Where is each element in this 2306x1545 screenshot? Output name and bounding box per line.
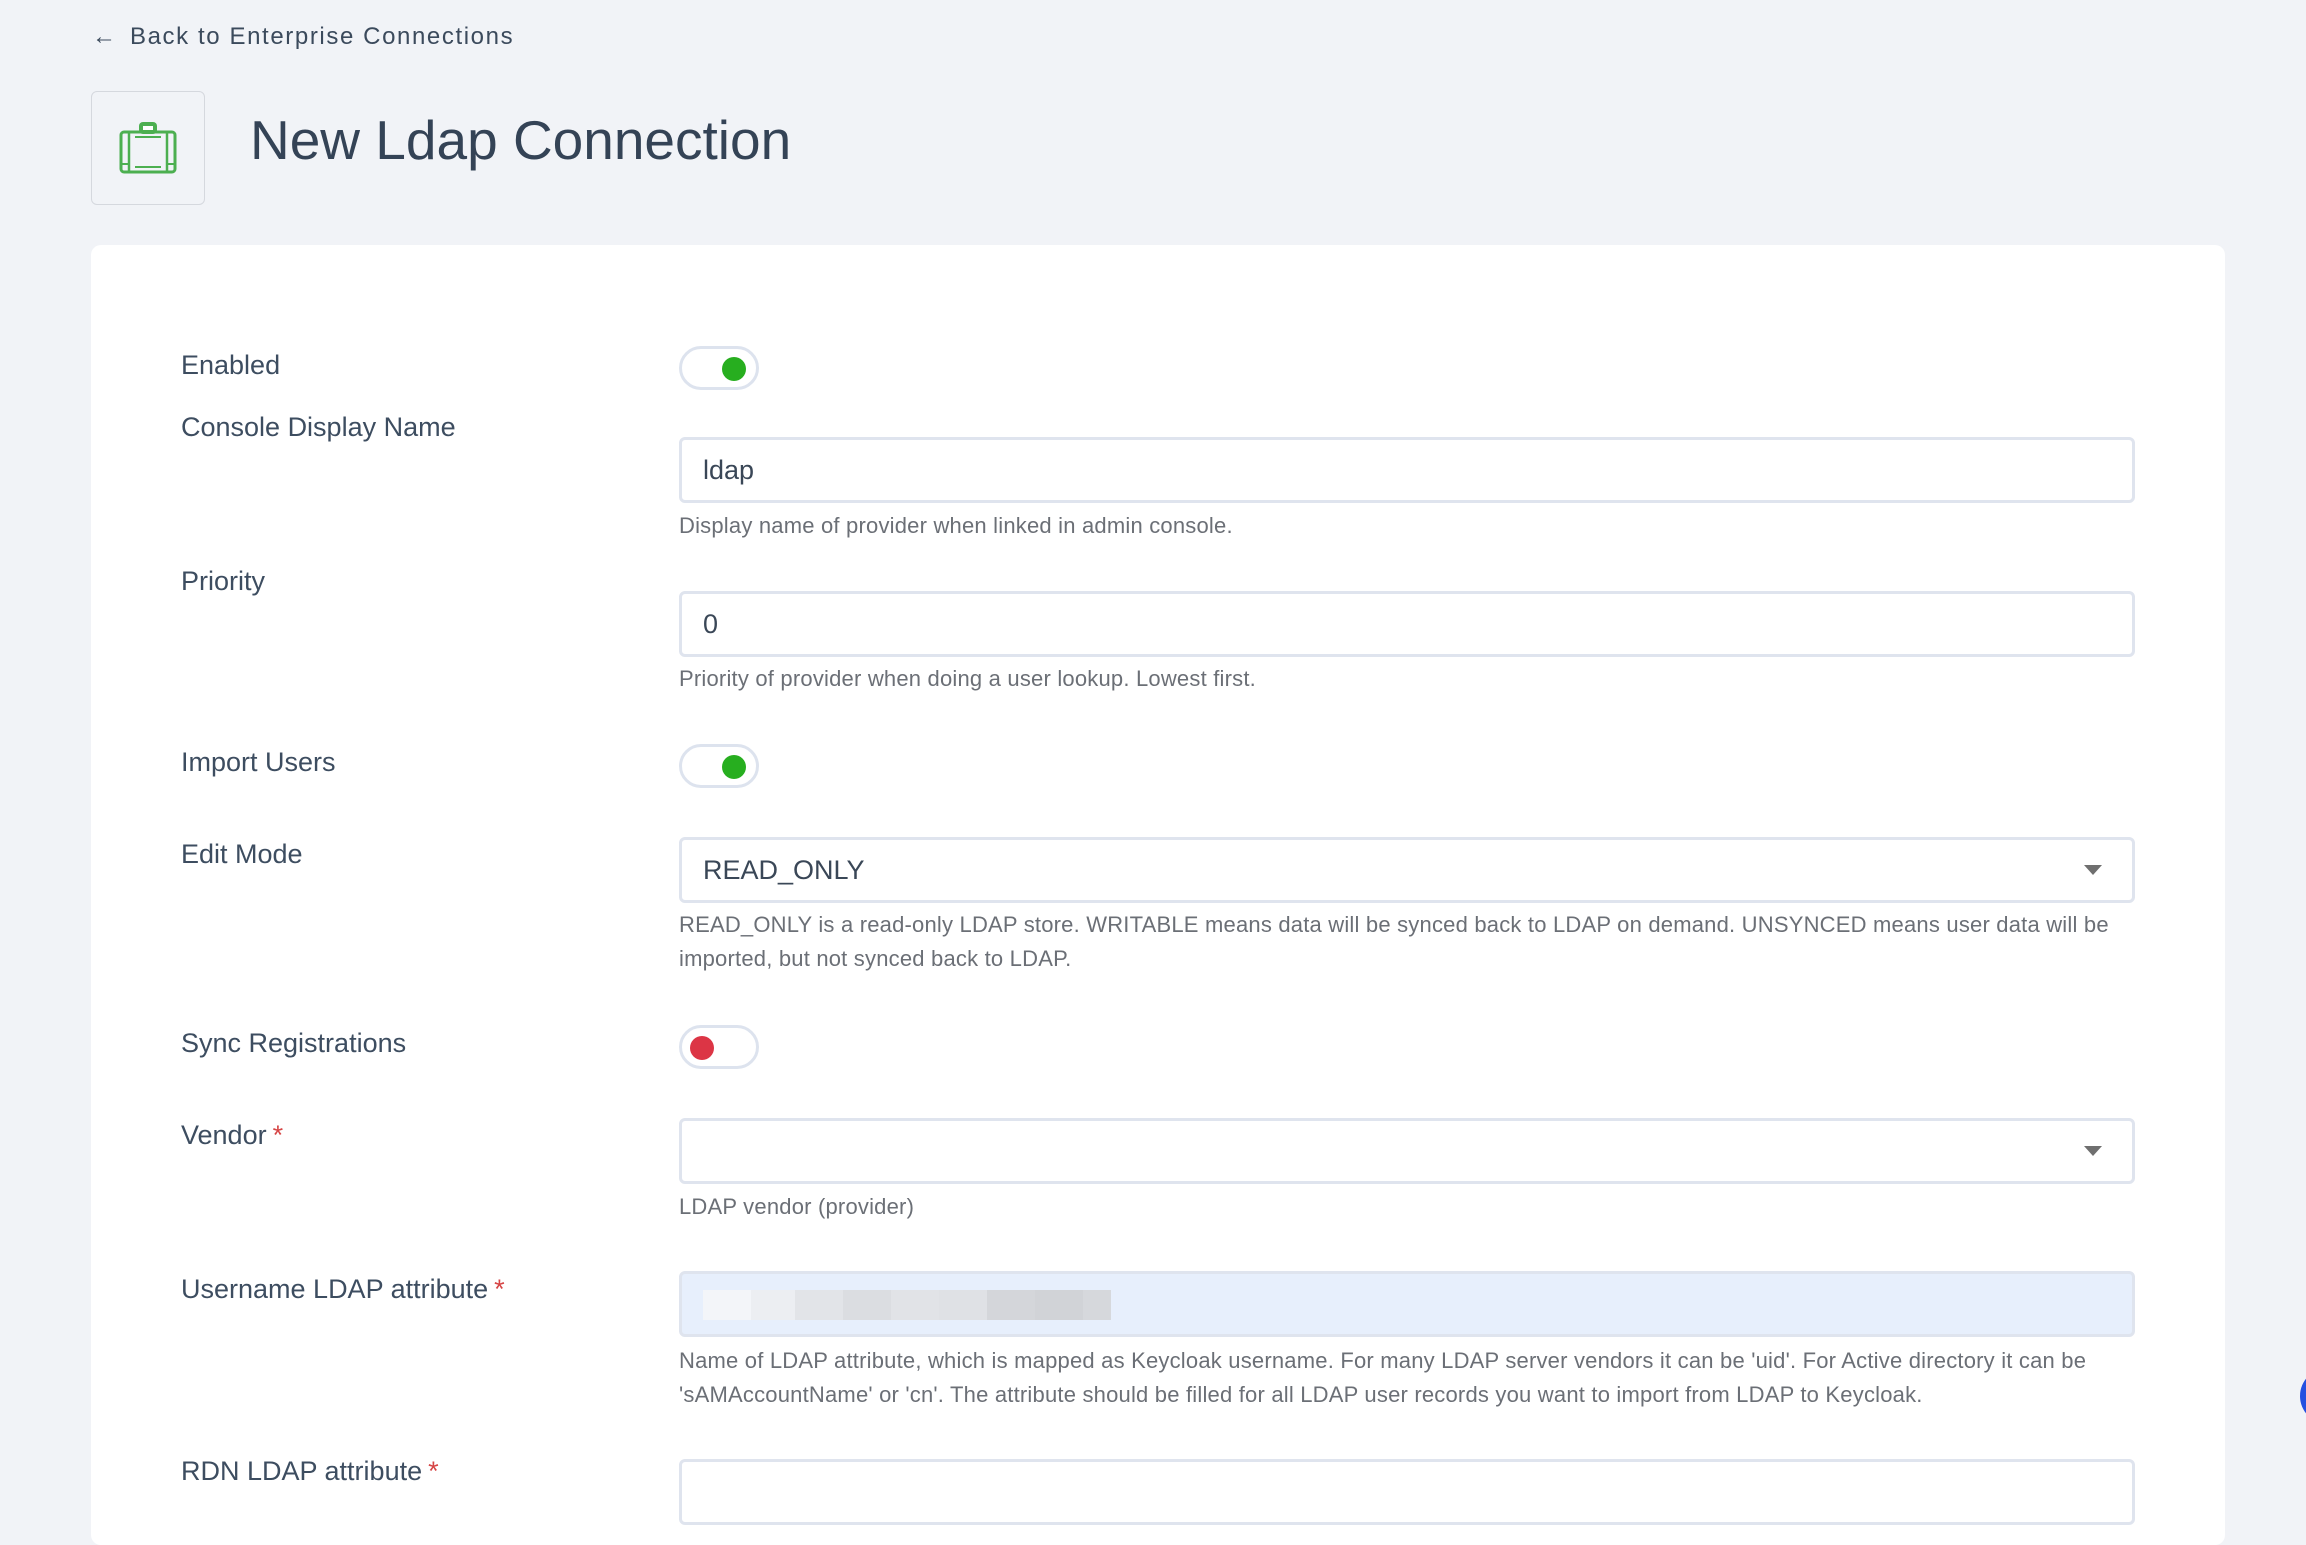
sync-registrations-toggle[interactable] [679,1025,759,1069]
chevron-down-icon [2084,865,2102,875]
username-ldap-attribute-label: Username LDAP attribute * [181,1271,505,1307]
console-display-name-value: ldap [703,454,755,485]
arrow-left-icon: ← [92,23,116,50]
priority-input[interactable]: 0 [679,591,2135,657]
toggle-knob [690,1036,714,1060]
edit-mode-help: READ_ONLY is a read-only LDAP store. WRI… [679,912,2109,971]
priority-help: Priority of provider when doing a user l… [679,666,1256,691]
rdn-ldap-attribute-input[interactable] [679,1459,2135,1525]
vendor-help: LDAP vendor (provider) [679,1194,915,1219]
rdn-ldap-attribute-label: RDN LDAP attribute * [181,1453,439,1489]
vendor-label: Vendor * [181,1117,283,1153]
chevron-down-icon [2084,1146,2102,1156]
username-ldap-attribute-input[interactable] [679,1271,2135,1337]
toggle-knob [722,755,746,779]
vendor-select[interactable] [679,1118,2135,1184]
back-link-label: Back to Enterprise Connections [130,23,515,50]
page-title: New Ldap Connection [250,109,792,171]
toggle-knob [722,357,746,381]
briefcase-icon [119,122,177,174]
connection-form-card: Enabled Console Display Name ldap Displa… [91,245,2225,1545]
rdn-ldap-attribute-label-text: RDN LDAP attribute [181,1456,423,1486]
edit-mode-value: READ_ONLY [703,854,865,885]
edit-mode-select[interactable]: READ_ONLY [679,837,2135,903]
required-asterisk: * [428,1456,439,1486]
username-ldap-attribute-help: Name of LDAP attribute, which is mapped … [679,1348,2087,1407]
connection-type-icon-box [91,91,205,205]
edit-mode-label: Edit Mode [181,839,303,869]
priority-label: Priority [181,566,266,596]
console-display-name-label: Console Display Name [181,412,456,442]
import-users-label: Import Users [181,747,336,777]
redacted-value [703,1290,1111,1320]
floating-help-button[interactable] [2300,1368,2306,1424]
console-display-name-help: Display name of provider when linked in … [679,513,1233,538]
priority-value: 0 [703,608,719,639]
username-ldap-attribute-label-text: Username LDAP attribute [181,1274,489,1304]
required-asterisk: * [272,1120,284,1150]
vendor-label-text: Vendor [181,1120,267,1150]
import-users-toggle[interactable] [679,744,759,788]
required-asterisk: * [494,1274,505,1304]
enabled-toggle[interactable] [679,346,759,390]
console-display-name-input[interactable]: ldap [679,437,2135,503]
enabled-label: Enabled [181,350,281,380]
back-to-enterprise-connections-link[interactable]: ← Back to Enterprise Connections [92,20,514,54]
sync-registrations-label: Sync Registrations [181,1028,407,1058]
